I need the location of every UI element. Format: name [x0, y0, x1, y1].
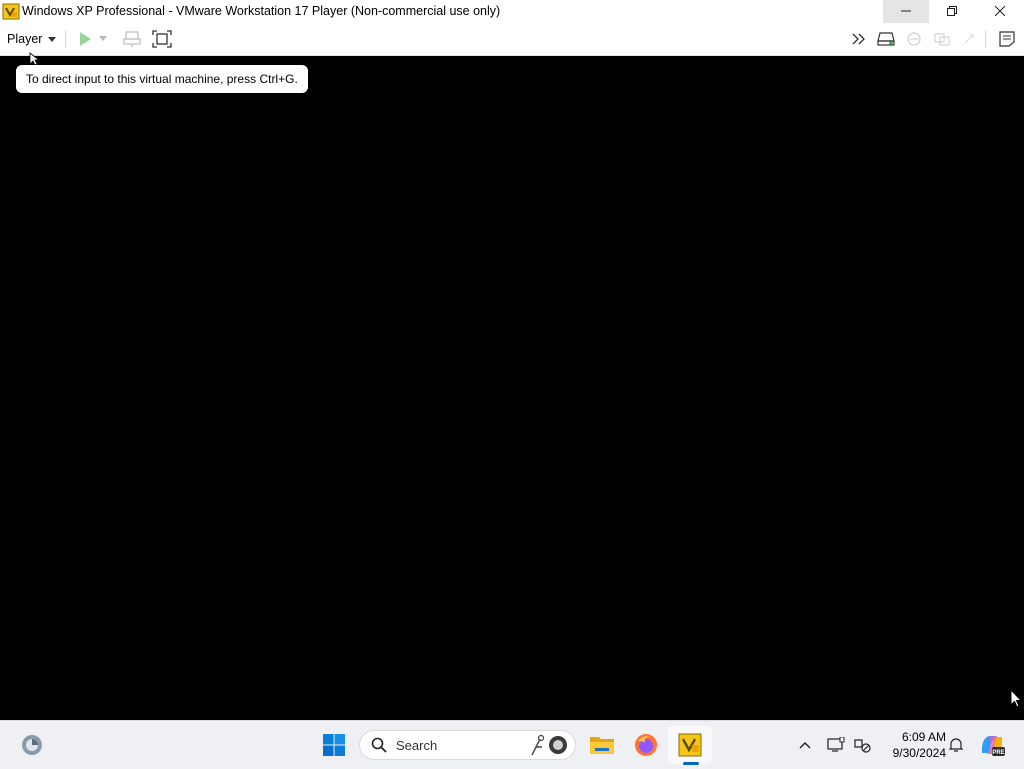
player-menu-button[interactable]: Player — [2, 28, 61, 50]
clock-date: 9/30/2024 — [892, 746, 946, 760]
window-title: Windows XP Professional - VMware Worksta… — [22, 4, 501, 18]
notifications-icon[interactable] — [946, 735, 966, 755]
shared-folders-icon[interactable] — [931, 28, 953, 50]
title-bar: Windows XP Professional - VMware Worksta… — [0, 0, 1024, 23]
play-dropdown-icon[interactable] — [96, 28, 110, 50]
network-tray-icon[interactable] — [852, 735, 872, 755]
fullscreen-icon[interactable] — [151, 28, 173, 50]
restore-button[interactable] — [929, 0, 975, 23]
search-highlight-icon — [528, 733, 570, 760]
firefox-icon[interactable] — [632, 731, 660, 759]
show-hidden-icons-chevron[interactable] — [795, 735, 815, 755]
copilot-icon[interactable]: PRE — [978, 731, 1006, 759]
send-ctrl-alt-del-icon[interactable] — [121, 28, 143, 50]
usb-icon[interactable] — [958, 28, 980, 50]
player-toolbar: Player — [0, 23, 1024, 56]
taskbar-search-box[interactable]: Search — [359, 730, 576, 760]
mouse-cursor-icon — [1010, 688, 1023, 712]
minimize-button[interactable] — [883, 0, 929, 23]
close-button[interactable] — [976, 0, 1024, 23]
vm-display[interactable] — [0, 56, 1024, 720]
minimize-icon — [901, 5, 911, 19]
removable-device-icon[interactable] — [875, 28, 897, 50]
toolbar-separator — [985, 30, 986, 48]
system-clock[interactable]: 6:09 AM 9/30/2024 — [880, 729, 946, 761]
restore-icon — [947, 5, 957, 19]
collapse-toolbar-icon[interactable] — [849, 28, 871, 50]
tooltip-text: To direct input to this virtual machine,… — [26, 72, 298, 86]
vmware-icon[interactable] — [676, 731, 704, 759]
active-app-indicator — [683, 762, 699, 765]
message-log-icon[interactable] — [996, 28, 1018, 50]
input-hint-tooltip: To direct input to this virtual machine,… — [16, 65, 308, 93]
file-explorer-icon[interactable] — [588, 731, 616, 759]
copilot-badge: PRE — [992, 750, 1004, 756]
vmware-player-icon[interactable] — [2, 3, 20, 20]
search-label: Search — [396, 738, 438, 753]
play-icon[interactable] — [74, 28, 96, 50]
start-icon[interactable] — [320, 731, 348, 759]
display-icon[interactable] — [826, 735, 846, 755]
taskbar: Search 6:09 AM 9/30/2024 PRE — [0, 720, 1024, 769]
network-icon[interactable] — [903, 28, 925, 50]
toolbar-separator — [65, 30, 66, 48]
close-icon — [994, 5, 1006, 19]
search-icon — [371, 737, 387, 756]
player-menu-label: Player — [7, 32, 43, 46]
chevron-down-icon — [48, 36, 57, 42]
clock-time: 6:09 AM — [901, 730, 946, 744]
widgets-icon[interactable] — [18, 731, 46, 759]
